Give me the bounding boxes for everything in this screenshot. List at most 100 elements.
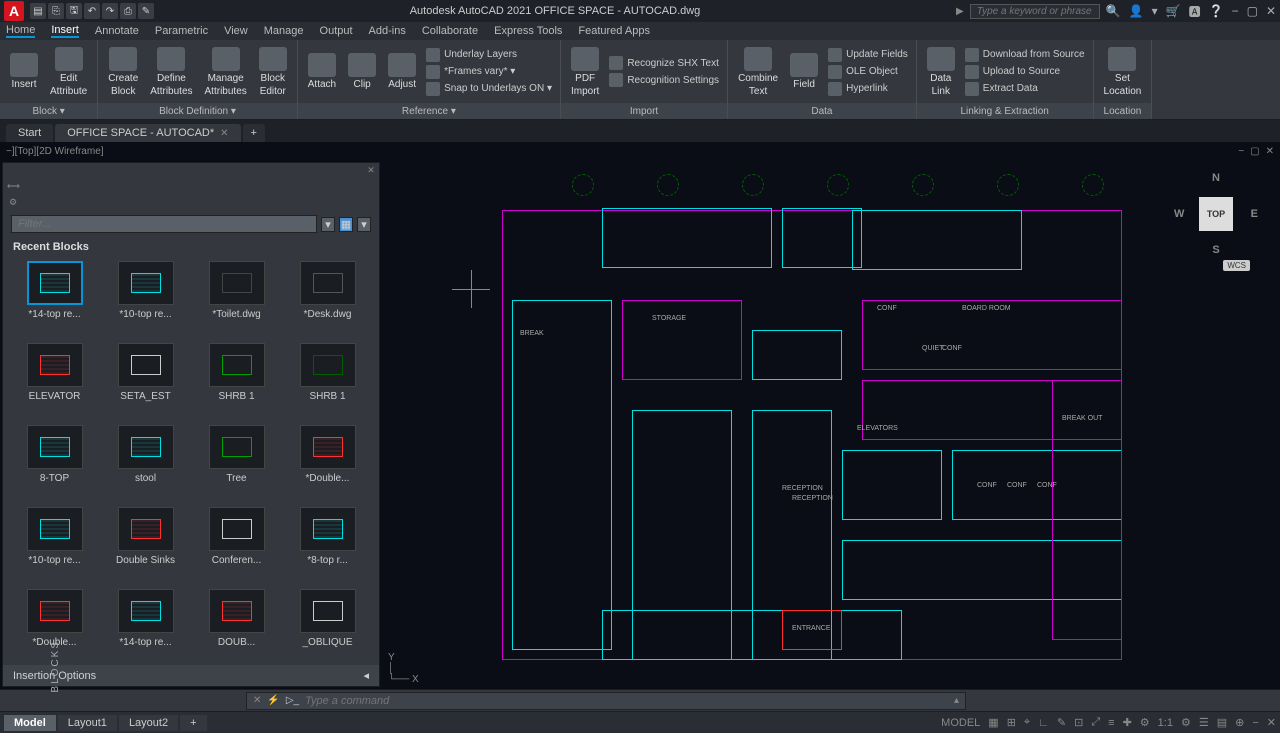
qat-button[interactable]: ▤ <box>30 3 46 19</box>
ribbon-small-button[interactable]: Recognize SHX Text <box>607 55 721 71</box>
status-toggle[interactable]: − <box>1252 717 1258 729</box>
block-item[interactable]: SHRB 1 <box>193 343 280 415</box>
status-toggle[interactable]: ▤ <box>1217 716 1227 729</box>
ribbon-button[interactable]: BlockEditor <box>255 45 291 99</box>
qat-button[interactable]: ✎ <box>138 3 154 19</box>
ribbon-small-button[interactable]: Upload to Source <box>963 64 1087 80</box>
ribbon-small-button[interactable]: Recognition Settings <box>607 72 721 88</box>
ribbon-button[interactable]: SetLocation <box>1100 45 1146 99</box>
title-control[interactable]: 🛒 <box>1166 4 1181 18</box>
ribbon-panel-label[interactable]: Block Definition ▾ <box>98 103 297 119</box>
block-item[interactable]: stool <box>102 425 189 497</box>
minimize-icon[interactable]: − <box>1238 146 1244 157</box>
viewcube-face-top[interactable]: TOP <box>1199 197 1233 231</box>
ribbon-button[interactable]: CreateBlock <box>104 45 142 99</box>
view-cube[interactable]: N S W E TOP <box>1176 174 1256 254</box>
customize-icon[interactable]: ⚡ <box>267 695 279 706</box>
block-item[interactable]: *Double... <box>284 425 371 497</box>
ribbon-tab[interactable]: Home <box>6 24 35 38</box>
block-item[interactable]: *14-top re... <box>11 261 98 333</box>
viewcube-n[interactable]: N <box>1212 172 1220 184</box>
title-control[interactable]: − <box>1232 4 1239 18</box>
block-item[interactable]: *14-top re... <box>102 589 189 661</box>
qat-button[interactable]: 🖫 <box>66 3 82 19</box>
status-toggle[interactable]: ⊞ <box>1007 716 1016 729</box>
keyword-search-input[interactable] <box>970 4 1100 19</box>
block-item[interactable]: *Toilet.dwg <box>193 261 280 333</box>
file-tab-active[interactable]: OFFICE SPACE - AUTOCAD* ✕ <box>55 124 240 142</box>
chevron-down-icon[interactable]: ▾ <box>357 217 371 232</box>
gear-icon[interactable]: ⚙ <box>7 197 19 209</box>
ribbon-button[interactable]: Insert <box>6 51 42 92</box>
ribbon-panel-label[interactable]: Data <box>728 103 916 119</box>
viewport-label[interactable]: −][Top][2D Wireframe] <box>6 146 104 157</box>
pin-icon[interactable]: ⟷ <box>7 181 19 193</box>
block-item[interactable]: Double Sinks <box>102 507 189 579</box>
block-item[interactable]: ELEVATOR <box>11 343 98 415</box>
block-item[interactable]: DOUB... <box>193 589 280 661</box>
ribbon-panel-label[interactable]: Location <box>1094 103 1152 119</box>
status-toggle[interactable]: ✕ <box>1267 716 1276 729</box>
block-item[interactable]: *Desk.dwg <box>284 261 371 333</box>
chevron-down-icon[interactable]: ▾ <box>321 217 335 232</box>
status-toggle[interactable]: ⤢ <box>1091 716 1100 729</box>
block-item[interactable]: _OBLIQUE <box>284 589 371 661</box>
ribbon-tab[interactable]: Collaborate <box>422 25 478 37</box>
ribbon-small-button[interactable]: Underlay Layers <box>424 47 554 63</box>
keyword-search[interactable] <box>970 4 1100 19</box>
title-control[interactable]: 🅰 <box>1189 3 1201 20</box>
status-toggle[interactable]: 1:1 <box>1158 717 1173 729</box>
status-toggle[interactable]: ⊡ <box>1074 716 1083 729</box>
block-item[interactable]: *10-top re... <box>11 507 98 579</box>
block-item[interactable]: *8-top r... <box>284 507 371 579</box>
ribbon-tab[interactable]: Manage <box>264 25 304 37</box>
command-input[interactable] <box>305 695 948 707</box>
ribbon-button[interactable]: Attach <box>304 51 340 92</box>
ribbon-button[interactable]: DefineAttributes <box>146 45 196 99</box>
status-toggle[interactable]: ∟ <box>1038 717 1049 729</box>
status-toggle[interactable]: ⚙ <box>1181 716 1191 729</box>
status-toggle[interactable]: ☰ <box>1199 716 1209 729</box>
ribbon-button[interactable]: DataLink <box>923 45 959 99</box>
file-tab-start[interactable]: Start <box>6 124 53 142</box>
status-toggle[interactable]: MODEL <box>941 717 980 729</box>
chevron-up-icon[interactable]: ▴ <box>954 695 959 706</box>
title-control[interactable]: ▾ <box>1152 4 1158 18</box>
ribbon-button[interactable]: PDFImport <box>567 45 603 99</box>
new-tab-button[interactable]: + <box>243 124 265 142</box>
title-control[interactable]: 🔍 <box>1106 4 1121 18</box>
ribbon-tab[interactable]: Express Tools <box>494 25 562 37</box>
ribbon-button[interactable]: Field <box>786 51 822 92</box>
layout-tab[interactable]: Model <box>4 715 56 731</box>
ribbon-small-button[interactable]: Download from Source <box>963 47 1087 63</box>
ribbon-panel-label[interactable]: Import <box>561 103 727 119</box>
block-item[interactable]: Conferen... <box>193 507 280 579</box>
title-control[interactable]: 👤 <box>1129 4 1144 18</box>
ribbon-panel-label[interactable]: Reference ▾ <box>298 103 560 119</box>
ribbon-small-button[interactable]: Extract Data <box>963 81 1087 97</box>
viewcube-w[interactable]: W <box>1174 208 1184 220</box>
ribbon-small-button[interactable]: Update Fields <box>826 47 910 63</box>
ribbon-button[interactable]: CombineText <box>734 45 782 99</box>
ribbon-tab[interactable]: Output <box>320 25 353 37</box>
filter-input[interactable] <box>11 215 317 233</box>
status-toggle[interactable]: ⚙ <box>1140 716 1150 729</box>
status-toggle[interactable]: ✚ <box>1123 716 1132 729</box>
qat-button[interactable]: ↶ <box>84 3 100 19</box>
ribbon-small-button[interactable]: Snap to Underlays ON ▾ <box>424 81 554 97</box>
view-toggle[interactable]: ▦ <box>339 217 353 232</box>
qat-button[interactable]: ⎙ <box>120 3 136 19</box>
layout-tab[interactable]: Layout1 <box>58 715 117 731</box>
title-control[interactable]: ❔ <box>1209 4 1224 18</box>
ribbon-button[interactable]: ManageAttributes <box>201 45 251 99</box>
viewcube-e[interactable]: E <box>1251 208 1258 220</box>
status-toggle[interactable]: ≡ <box>1108 717 1114 729</box>
add-layout-button[interactable]: + <box>180 715 206 731</box>
ribbon-tab[interactable]: View <box>224 25 248 37</box>
wcs-label[interactable]: WCS <box>1223 260 1250 271</box>
layout-tab[interactable]: Layout2 <box>119 715 178 731</box>
command-line[interactable]: ✕ ⚡ ▷_ ▴ <box>246 692 966 710</box>
ribbon-small-button[interactable]: OLE Object <box>826 64 910 80</box>
block-item[interactable]: SHRB 1 <box>284 343 371 415</box>
ribbon-button[interactable]: Clip <box>344 51 380 92</box>
